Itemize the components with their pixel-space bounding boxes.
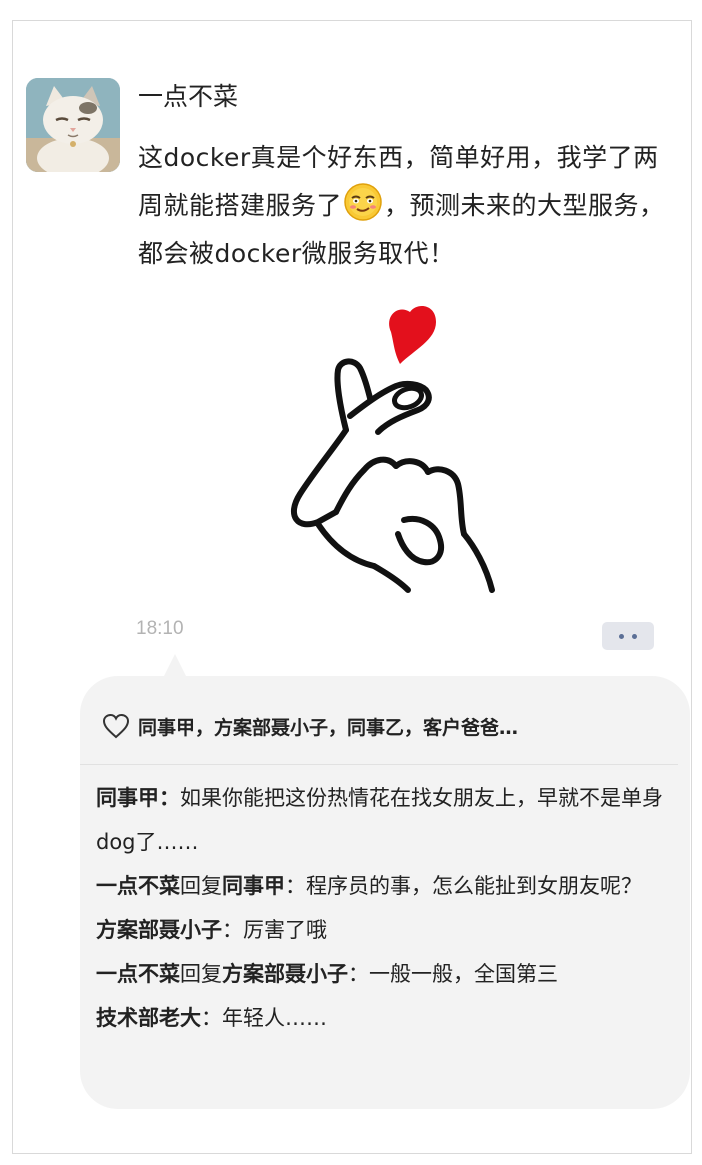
reply-target[interactable]: 同事甲: [222, 874, 285, 898]
comment-item[interactable]: 一点不菜回复方案部聂小子：一般一般，全国第三: [96, 952, 676, 996]
comment-separator: ：: [285, 874, 306, 898]
comment-author[interactable]: 一点不菜: [96, 874, 180, 898]
comment-author[interactable]: 同事甲: [96, 786, 159, 810]
comment-text: 程序员的事，怎么能扯到女朋友呢？: [306, 874, 642, 898]
comment-box-caret: [163, 654, 187, 678]
more-dot-icon: [632, 633, 637, 639]
comment-item[interactable]: 同事甲：如果你能把这份热情花在找女朋友上，早就不是单身dog了……: [96, 776, 676, 864]
finger-heart-image[interactable]: [278, 298, 518, 594]
likes-row: 同事甲，方案部聂小子，同事乙，客户爸爸…: [102, 706, 518, 746]
comment-separator: ：: [159, 786, 180, 810]
reply-target[interactable]: 方案部聂小子: [222, 962, 348, 986]
reply-label: 回复: [180, 962, 222, 986]
more-options-button[interactable]: [602, 622, 654, 650]
comment-text: 如果你能把这份热情花在找女朋友上，早就不是单身dog了……: [96, 786, 663, 854]
comment-text: 年轻人……: [222, 1006, 327, 1030]
likes-names[interactable]: 同事甲，方案部聂小子，同事乙，客户爸爸…: [138, 713, 518, 740]
post-timestamp: 18:10: [136, 618, 184, 639]
post-text: 这docker真是个好东西，简单好用，我学了两周就能搭建服务了 ，预测未来的大型…: [138, 134, 666, 278]
heart-outline-icon: [102, 713, 130, 739]
likes-divider: [80, 764, 678, 765]
comment-author[interactable]: 技术部老大: [96, 1006, 201, 1030]
cat-avatar-icon: [26, 78, 120, 172]
more-dot-icon: [619, 633, 624, 639]
post-username[interactable]: 一点不菜: [138, 80, 238, 114]
comment-text: 厉害了哦: [243, 918, 327, 942]
comment-list: 同事甲：如果你能把这份热情花在找女朋友上，早就不是单身dog了…… 一点不菜回复…: [96, 776, 676, 1040]
comment-separator: ：: [201, 1006, 222, 1030]
comment-item[interactable]: 一点不菜回复同事甲：程序员的事，怎么能扯到女朋友呢？: [96, 864, 676, 908]
comment-item[interactable]: 技术部老大：年轻人……: [96, 996, 676, 1040]
comment-author[interactable]: 方案部聂小子: [96, 918, 222, 942]
reply-label: 回复: [180, 874, 222, 898]
comment-separator: ：: [348, 962, 369, 986]
comment-separator: ：: [222, 918, 243, 942]
user-avatar[interactable]: [26, 78, 120, 172]
comment-text: 一般一般，全国第三: [369, 962, 558, 986]
comment-item[interactable]: 方案部聂小子：厉害了哦: [96, 908, 676, 952]
smirk-emoji-icon: [344, 183, 382, 221]
comment-author[interactable]: 一点不菜: [96, 962, 180, 986]
